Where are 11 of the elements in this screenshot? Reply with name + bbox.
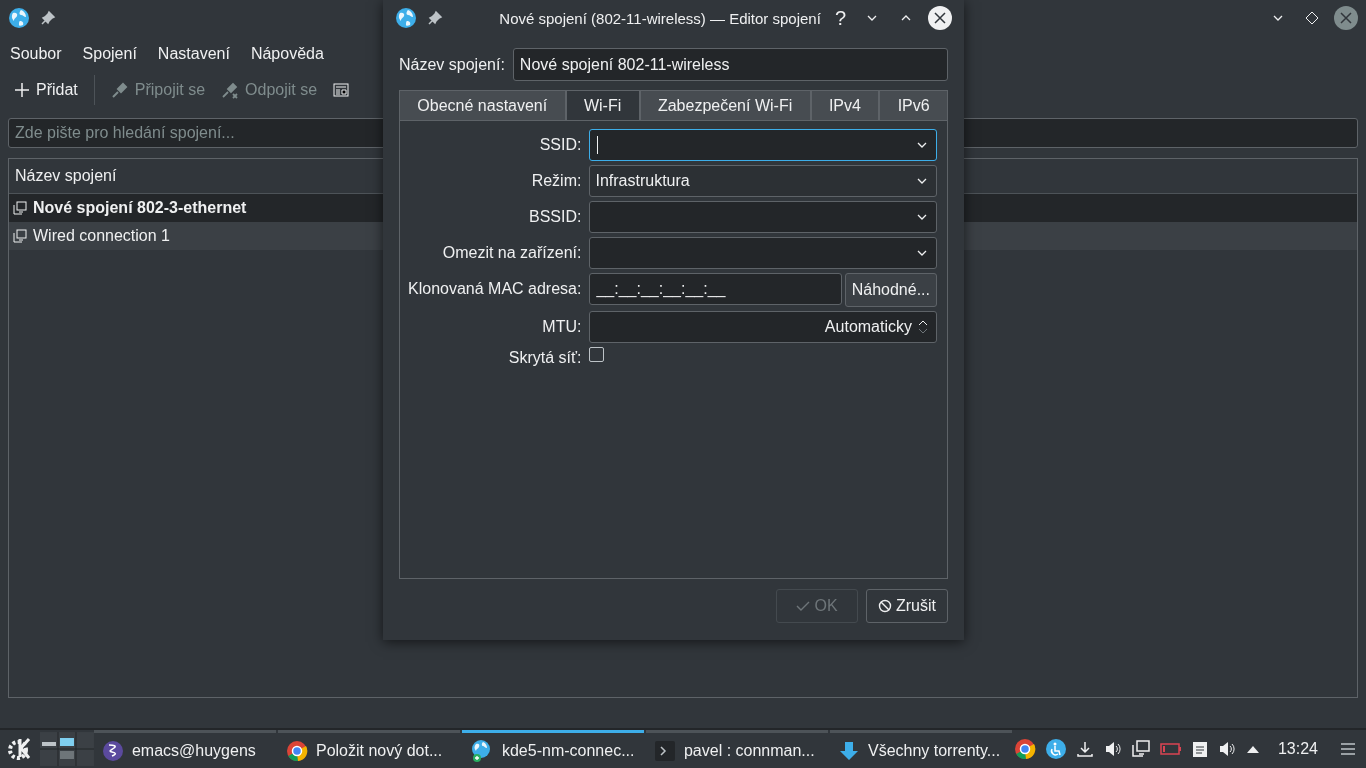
field-label: MTU: xyxy=(541,317,582,337)
field-label: Omezit na zařízení: xyxy=(441,243,582,263)
field-label: Název spojení: xyxy=(399,55,505,74)
field-label: Režim: xyxy=(530,171,582,191)
field-label: SSID: xyxy=(538,135,582,155)
field-label: BSSID: xyxy=(527,207,582,227)
field-label: Klonovaná MAC adresa: xyxy=(408,279,582,299)
connection-name: Wired connection 1 xyxy=(33,227,170,245)
window-title: Nové spojení (802-11-wireless) — Editor spojení xyxy=(498,9,821,27)
connection-name: Nové spojení 802-3-ethernet xyxy=(33,199,247,217)
field-label: Skrytá síť: xyxy=(507,348,582,368)
